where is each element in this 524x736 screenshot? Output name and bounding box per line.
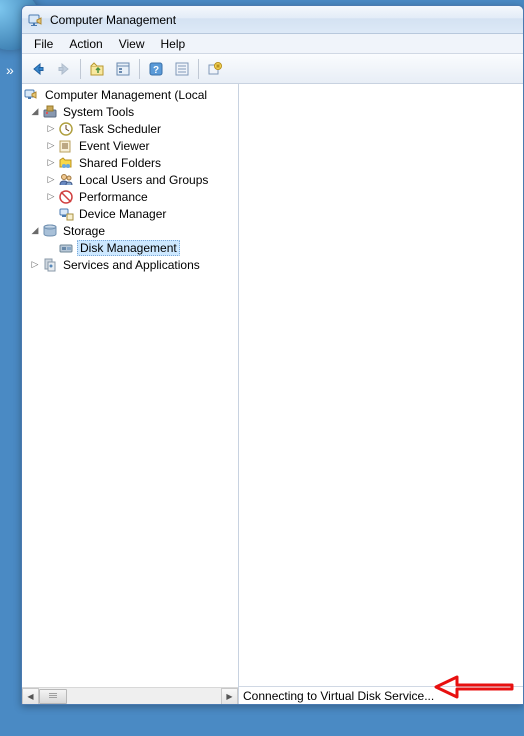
main-body — [239, 84, 523, 686]
toolbar-separator — [80, 59, 81, 79]
menubar: File Action View Help — [22, 34, 523, 54]
toolbar-separator — [139, 59, 140, 79]
tree-label: Storage — [61, 224, 107, 238]
tree-root-label: Computer Management (Local — [43, 88, 209, 102]
menu-help[interactable]: Help — [153, 34, 194, 53]
tree-task-scheduler[interactable]: ▷ Task Scheduler — [22, 120, 238, 137]
scroll-right-button[interactable]: ▶ — [221, 688, 238, 705]
computer-management-icon — [24, 87, 40, 103]
device-manager-icon — [58, 206, 74, 222]
back-button[interactable] — [26, 57, 50, 81]
tree-storage[interactable]: ◢ Storage — [22, 222, 238, 239]
window-title: Computer Management — [50, 13, 176, 27]
scroll-track[interactable] — [39, 688, 221, 705]
system-tools-icon — [42, 104, 58, 120]
tree-label: Local Users and Groups — [77, 173, 210, 187]
expand-icon[interactable]: ▷ — [44, 156, 58, 170]
collapse-icon[interactable]: ◢ — [28, 224, 42, 238]
tree-label: Performance — [77, 190, 150, 204]
tree-device-manager[interactable]: ▷ Device Manager — [22, 205, 238, 222]
tree-label: Event Viewer — [77, 139, 151, 153]
shared-folders-icon — [58, 155, 74, 171]
storage-icon — [42, 223, 58, 239]
expand-icon[interactable]: ▷ — [28, 258, 42, 272]
tree-shared-folders[interactable]: ▷ Shared Folders — [22, 154, 238, 171]
main-pane: Connecting to Virtual Disk Service... — [239, 84, 523, 704]
tree-pane: Computer Management (Local ◢ System Tool… — [22, 84, 239, 704]
menu-file[interactable]: File — [26, 34, 61, 53]
tree-label: Shared Folders — [77, 156, 163, 170]
tree-performance[interactable]: ▷ Performance — [22, 188, 238, 205]
menu-action[interactable]: Action — [61, 34, 110, 53]
status-text: Connecting to Virtual Disk Service... — [243, 689, 434, 703]
status-bar: Connecting to Virtual Disk Service... — [239, 686, 523, 704]
services-icon — [42, 257, 58, 273]
expand-icon[interactable]: ▷ — [44, 139, 58, 153]
computer-management-window: Computer Management File Action View Hel… — [21, 5, 524, 705]
tree-local-users[interactable]: ▷ Local Users and Groups — [22, 171, 238, 188]
event-viewer-icon — [58, 138, 74, 154]
tree-label: Services and Applications — [61, 258, 202, 272]
clock-icon — [58, 121, 74, 137]
content-area: Computer Management (Local ◢ System Tool… — [22, 84, 523, 704]
chevron-icon: » — [6, 62, 14, 78]
scroll-thumb[interactable] — [39, 689, 67, 704]
properties-button[interactable] — [111, 57, 135, 81]
tree-label: Task Scheduler — [77, 122, 163, 136]
scroll-left-button[interactable]: ◀ — [22, 688, 39, 705]
menu-view[interactable]: View — [111, 34, 153, 53]
tree-label: Disk Management — [77, 240, 180, 256]
up-button[interactable] — [85, 57, 109, 81]
horizontal-scrollbar[interactable]: ◀ ▶ — [22, 687, 238, 704]
toolbar: ? — [22, 54, 523, 84]
tree-label: Device Manager — [77, 207, 168, 221]
help-button[interactable]: ? — [144, 57, 168, 81]
collapse-icon[interactable]: ◢ — [28, 105, 42, 119]
expand-icon[interactable]: ▷ — [44, 173, 58, 187]
disk-management-icon — [58, 240, 74, 256]
forward-button[interactable] — [52, 57, 76, 81]
users-icon — [58, 172, 74, 188]
navigation-tree[interactable]: Computer Management (Local ◢ System Tool… — [22, 84, 238, 687]
tree-system-tools[interactable]: ◢ System Tools — [22, 103, 238, 120]
tree-event-viewer[interactable]: ▷ Event Viewer — [22, 137, 238, 154]
action-button[interactable] — [203, 57, 227, 81]
app-icon — [28, 12, 44, 28]
expand-icon[interactable]: ▷ — [44, 122, 58, 136]
tree-root[interactable]: Computer Management (Local — [22, 86, 238, 103]
expand-icon[interactable]: ▷ — [44, 190, 58, 204]
tree-label: System Tools — [61, 105, 136, 119]
performance-icon — [58, 189, 74, 205]
tree-services-apps[interactable]: ▷ Services and Applications — [22, 256, 238, 273]
titlebar[interactable]: Computer Management — [22, 6, 523, 34]
tree-disk-management[interactable]: ▷ Disk Management — [22, 239, 238, 256]
svg-text:?: ? — [153, 65, 159, 76]
list-button[interactable] — [170, 57, 194, 81]
toolbar-separator — [198, 59, 199, 79]
